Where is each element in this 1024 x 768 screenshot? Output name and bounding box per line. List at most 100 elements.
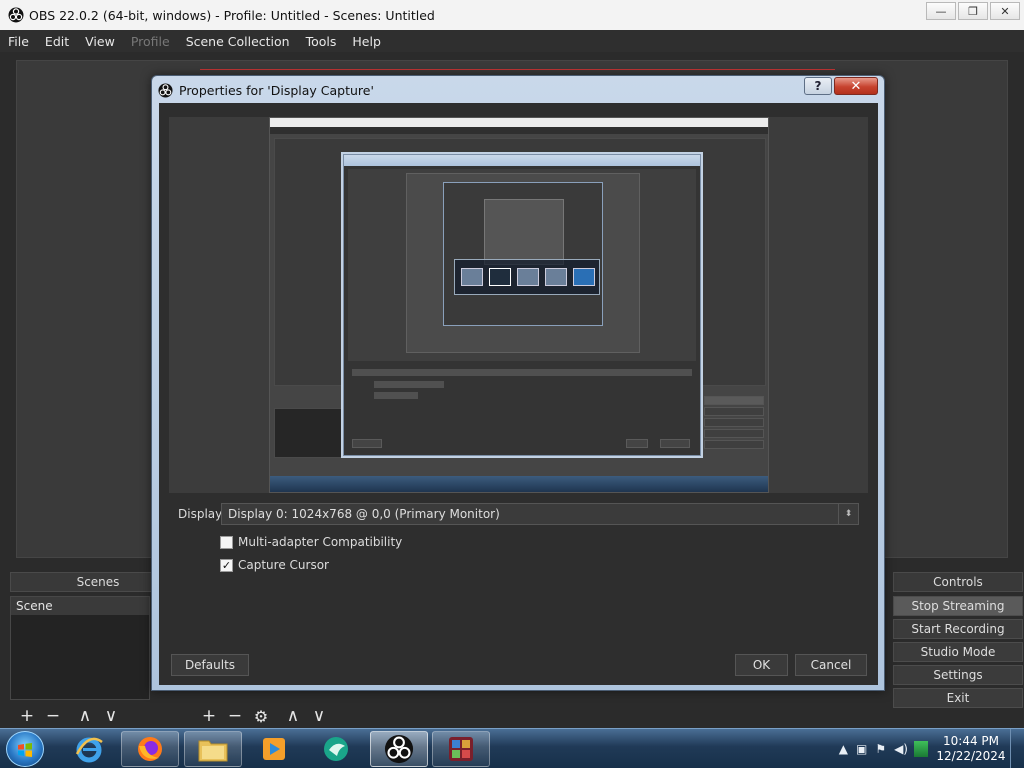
multi-adapter-label: Multi-adapter Compatibility <box>238 535 403 549</box>
defaults-button[interactable]: Defaults <box>171 654 249 676</box>
start-button[interactable] <box>6 731 44 767</box>
clock[interactable]: 10:44 PM 12/22/2024 <box>932 734 1010 764</box>
obs-tray-icon[interactable] <box>914 741 928 757</box>
captured-switcher-thumb <box>489 268 511 286</box>
sources-toolbar: + − ⚙ ∧ ∨ <box>196 705 332 727</box>
captured-dialog-preview <box>348 169 696 361</box>
add-scene-icon[interactable]: + <box>14 705 40 727</box>
menu-help[interactable]: Help <box>344 34 389 49</box>
captured-switcher-thumb <box>517 268 539 286</box>
windows-taskbar: ▲ ▣ ⚑ ◀) 10:44 PM 12/22/2024 <box>0 728 1024 768</box>
move-source-up-icon[interactable]: ∧ <box>280 705 306 727</box>
minimize-button[interactable]: — <box>926 2 956 20</box>
remove-source-icon[interactable]: − <box>222 705 248 727</box>
help-button[interactable]: ? <box>804 77 832 95</box>
captured-control-button <box>704 396 764 405</box>
scenes-toolbar: + − ∧ ∨ <box>14 705 124 727</box>
menu-edit[interactable]: Edit <box>37 34 77 49</box>
captured-screen-preview <box>269 117 769 493</box>
display-row: Display Display 0: 1024x768 @ 0,0 (Prima… <box>159 503 878 525</box>
captured-titlebar <box>270 118 768 127</box>
restore-button[interactable]: ❐ <box>958 2 988 20</box>
clock-date: 12/22/2024 <box>936 749 1006 763</box>
obs-logo-icon <box>8 7 24 23</box>
menu-file[interactable]: File <box>0 34 37 49</box>
media-player-icon <box>263 738 285 760</box>
studio-mode-button[interactable]: Studio Mode <box>893 642 1023 662</box>
captured-control-button <box>704 407 764 416</box>
stop-streaming-button[interactable]: Stop Streaming <box>893 596 1023 616</box>
dialog-controls: ? ✕ <box>804 77 878 95</box>
window-controls: — ❐ ✕ <box>924 2 1020 20</box>
scene-item[interactable]: Scene <box>11 597 149 615</box>
multi-adapter-checkbox[interactable] <box>220 535 233 549</box>
obs-icon <box>384 734 414 764</box>
captured-display-row <box>352 369 692 376</box>
ok-button[interactable]: OK <box>735 654 788 676</box>
game-app-icon <box>449 737 473 761</box>
bird-app-taskbar-item[interactable] <box>307 731 365 767</box>
windows-flag-icon <box>18 743 32 757</box>
firefox-icon <box>138 737 162 761</box>
dialog-titlebar: Properties for 'Display Capture' <box>158 80 374 100</box>
menu-tools[interactable]: Tools <box>298 34 345 49</box>
network-icon[interactable]: ▣ <box>856 742 867 756</box>
captured-control-button <box>704 418 764 427</box>
dialog-body: Display Display 0: 1024x768 @ 0,0 (Prima… <box>159 103 878 685</box>
move-scene-up-icon[interactable]: ∧ <box>72 705 98 727</box>
display-select[interactable]: Display 0: 1024x768 @ 0,0 (Primary Monit… <box>221 503 859 525</box>
captured-switcher-thumb <box>545 268 567 286</box>
menu-bar: File Edit View Profile Scene Collection … <box>0 30 1024 52</box>
firefox-taskbar-item[interactable] <box>121 731 179 767</box>
exit-button[interactable]: Exit <box>893 688 1023 708</box>
show-desktop-button[interactable] <box>1010 729 1024 768</box>
show-hidden-icons-icon[interactable]: ▲ <box>839 742 848 756</box>
close-button[interactable]: ✕ <box>990 2 1020 20</box>
file-explorer-icon <box>198 740 228 762</box>
source-settings-gear-icon[interactable]: ⚙ <box>248 705 274 727</box>
volume-icon[interactable]: ◀) <box>894 742 908 756</box>
captured-cancel-button <box>660 439 690 448</box>
captured-nested-dialog <box>443 182 603 326</box>
start-recording-button[interactable]: Start Recording <box>893 619 1023 639</box>
add-source-icon[interactable]: + <box>196 705 222 727</box>
captured-ok-button <box>626 439 648 448</box>
remove-scene-icon[interactable]: − <box>40 705 66 727</box>
captured-nested-window <box>484 199 564 265</box>
captured-properties-dialog <box>343 154 701 456</box>
preview-selection-line <box>200 69 835 70</box>
menu-scene-collection[interactable]: Scene Collection <box>178 34 298 49</box>
system-tray: ▲ ▣ ⚑ ◀) 10:44 PM 12/22/2024 <box>835 729 1024 768</box>
scenes-list[interactable]: Scene <box>10 596 150 700</box>
display-label: Display <box>178 507 223 521</box>
bird-app-icon <box>324 737 348 761</box>
media-player-taskbar-item[interactable] <box>245 731 303 767</box>
captured-checkbox-row <box>374 392 418 399</box>
captured-control-button <box>704 429 764 438</box>
captured-checkbox-row <box>374 381 444 388</box>
capture-cursor-checkbox[interactable]: ✓ <box>220 558 233 572</box>
clock-time: 10:44 PM <box>943 734 999 748</box>
captured-taskbar <box>270 476 768 492</box>
captured-defaults-button <box>352 439 382 448</box>
captured-scenes-list <box>274 408 342 458</box>
multi-adapter-row[interactable]: Multi-adapter Compatibility <box>220 534 402 550</box>
obs-taskbar-item[interactable] <box>370 731 428 767</box>
cancel-button[interactable]: Cancel <box>795 654 867 676</box>
captured-control-button <box>704 440 764 449</box>
move-source-down-icon[interactable]: ∨ <box>306 705 332 727</box>
internet-explorer-taskbar-item[interactable] <box>60 731 118 767</box>
menu-profile[interactable]: Profile <box>123 34 178 49</box>
action-center-flag-icon[interactable]: ⚑ <box>875 742 886 756</box>
game-app-taskbar-item[interactable] <box>432 731 490 767</box>
main-titlebar: OBS 22.0.2 (64-bit, windows) - Profile: … <box>0 0 1024 30</box>
settings-button[interactable]: Settings <box>893 665 1023 685</box>
move-scene-down-icon[interactable]: ∨ <box>98 705 124 727</box>
dialog-close-button[interactable]: ✕ <box>834 77 878 95</box>
captured-switcher-thumb <box>573 268 595 286</box>
capture-cursor-row[interactable]: ✓ Capture Cursor <box>220 557 329 573</box>
menu-view[interactable]: View <box>77 34 123 49</box>
captured-alt-tab-switcher <box>454 259 600 295</box>
captured-menubar <box>270 127 768 134</box>
file-explorer-taskbar-item[interactable] <box>184 731 242 767</box>
